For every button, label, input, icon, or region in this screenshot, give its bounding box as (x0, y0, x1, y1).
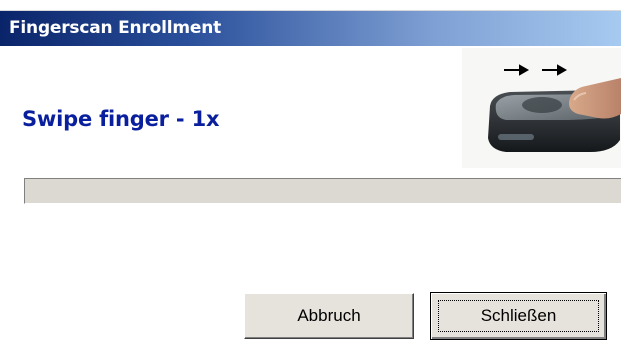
close-button[interactable]: Schließen (430, 292, 607, 340)
abort-button[interactable]: Abbruch (244, 293, 414, 339)
fingerprint-scanner-swipe-illustration-icon (462, 48, 621, 168)
enrollment-window: Fingerscan Enrollment Swipe finger - 1x (0, 0, 621, 356)
enrollment-progress-bar (24, 178, 621, 204)
swipe-instruction: Swipe finger - 1x (22, 107, 220, 131)
close-button-label: Schließen (480, 306, 557, 325)
window-title: Fingerscan Enrollment (9, 18, 222, 38)
title-bar[interactable]: Fingerscan Enrollment (0, 10, 621, 46)
